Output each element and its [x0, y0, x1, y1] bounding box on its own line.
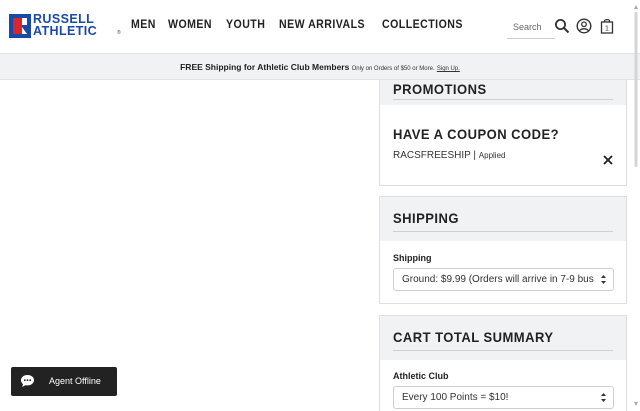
athletic-club-selected-option: Every 100 Points = $10!: [402, 392, 509, 403]
applied-coupon: RACSFREESHIP | Applied: [393, 150, 505, 161]
shipping-selected-option: Ground: $9.99 (Orders will arrive in 7-9…: [402, 274, 594, 285]
chat-bubble-icon: [21, 375, 34, 387]
cart-summary-header: CART TOTAL SUMMARY: [380, 316, 626, 360]
search-input[interactable]: [507, 17, 555, 37]
cart-count: 1: [605, 26, 609, 33]
coupon-separator: |: [473, 150, 477, 161]
shipping-method-select[interactable]: Ground: $9.99 (Orders will arrive in 7-9…: [393, 268, 614, 291]
promotions-header: PROMOTIONS: [380, 80, 626, 105]
select-arrows-icon: [601, 275, 606, 284]
promo-signup-link[interactable]: Sign Up.: [437, 66, 460, 72]
chat-widget-button[interactable]: Agent Offline: [11, 367, 117, 396]
cart-summary-title: CART TOTAL SUMMARY: [393, 329, 554, 345]
page-scrollbar[interactable]: [632, 0, 640, 411]
brand-logo[interactable]: RUSSELL ATHLETIC ®: [9, 13, 121, 39]
search-box: [507, 17, 555, 39]
chat-status-label: Agent Offline: [49, 376, 101, 386]
athletic-club-label: Athletic Club: [393, 371, 449, 381]
brand-trademark: ®: [117, 30, 121, 36]
nav-item-collections[interactable]: COLLECTIONS: [382, 19, 463, 31]
user-circle-icon[interactable]: [576, 18, 592, 34]
shopping-bag-icon[interactable]: 1: [599, 18, 615, 34]
promo-banner: FREE Shipping for Athletic Club Members …: [0, 53, 640, 80]
promo-sub-text: Only on Orders of $50 or More.: [351, 66, 435, 72]
coupon-heading: HAVE A COUPON CODE?: [393, 126, 560, 142]
promotions-title: PROMOTIONS: [393, 81, 487, 97]
nav-item-men[interactable]: MEN: [131, 19, 156, 31]
promo-main-text: FREE Shipping for Athletic Club Members: [180, 62, 350, 72]
select-arrows-icon: [601, 393, 606, 402]
site-header: RUSSELL ATHLETIC ® MEN WOMEN YOUTH NEW A…: [0, 0, 640, 53]
nav-item-new-arrivals[interactable]: NEW ARRIVALS: [279, 19, 365, 31]
close-icon[interactable]: [602, 154, 614, 166]
cart-summary-panel: CART TOTAL SUMMARY Athletic Club Every 1…: [379, 315, 627, 411]
shipping-header: SHIPPING: [380, 197, 626, 241]
shipping-panel: SHIPPING Shipping Ground: $9.99 (Orders …: [379, 196, 627, 304]
shipping-title: SHIPPING: [393, 210, 459, 226]
shipping-divider: [393, 231, 613, 232]
promotions-panel: PROMOTIONS HAVE A COUPON CODE? RACSFREES…: [379, 80, 627, 186]
nav-item-women[interactable]: WOMEN: [168, 19, 212, 31]
main-nav: MEN WOMEN YOUTH NEW ARRIVALS COLLECTIONS: [131, 19, 480, 31]
search-icon[interactable]: [554, 18, 570, 34]
cart-summary-divider: [393, 350, 613, 351]
shipping-label: Shipping: [393, 253, 432, 263]
brand-line-2: ATHLETIC: [33, 24, 98, 38]
promotions-divider: [393, 99, 613, 100]
coupon-code-value: RACSFREESHIP: [393, 150, 471, 161]
nav-item-youth[interactable]: YOUTH: [226, 19, 265, 31]
athletic-club-select[interactable]: Every 100 Points = $10!: [393, 386, 614, 409]
brand-wordmark: RUSSELL ATHLETIC: [33, 13, 98, 38]
coupon-status: Applied: [478, 151, 506, 160]
brand-logo-mark-icon: [9, 14, 31, 38]
